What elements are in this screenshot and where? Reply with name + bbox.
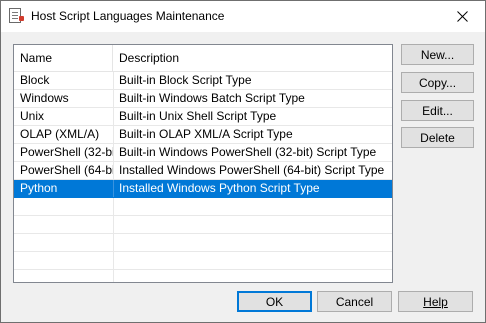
empty-row [14,234,392,252]
title-bar: Host Script Languages Maintenance [1,1,485,32]
row-description: Built-in Windows Batch Script Type [119,91,305,105]
copy-button[interactable]: Copy... [401,72,474,93]
empty-row [14,270,392,282]
row-name: PowerShell (64-bit) [14,162,114,179]
table-row[interactable]: PowerShell (32-bit) Built-in Windows Pow… [14,144,392,162]
row-name: Windows [14,90,114,107]
column-header-name[interactable]: Name [14,45,113,71]
table-row-selected[interactable]: Python Installed Windows Python Script T… [14,180,392,198]
column-header-description[interactable]: Description [114,45,392,71]
list-header: Name Description [14,45,392,72]
table-row[interactable]: Block Built-in Block Script Type [14,72,392,90]
row-description: Built-in Block Script Type [119,73,252,87]
row-name: PowerShell (32-bit) [14,144,114,161]
window-title: Host Script Languages Maintenance [31,9,225,23]
table-row[interactable]: Unix Built-in Unix Shell Script Type [14,108,392,126]
row-description: Installed Windows PowerShell (64-bit) Sc… [119,163,385,177]
edit-button[interactable]: Edit... [401,100,474,121]
row-name: Python [14,180,114,197]
script-languages-list[interactable]: Name Description Block Built-in Block Sc… [13,44,393,283]
new-button[interactable]: New... [401,44,474,65]
help-button-label: Help [423,294,448,309]
dialog-window: Host Script Languages Maintenance Name D… [0,0,486,323]
empty-row [14,198,392,216]
ok-button[interactable]: OK [237,291,312,312]
row-name: OLAP (XML/A) [14,126,114,143]
table-row[interactable]: PowerShell (64-bit) Installed Windows Po… [14,162,392,180]
empty-row [14,252,392,270]
table-row[interactable]: Windows Built-in Windows Batch Script Ty… [14,90,392,108]
row-description: Built-in Unix Shell Script Type [119,109,277,123]
close-icon [456,11,468,22]
row-name: Unix [14,108,114,125]
table-row[interactable]: OLAP (XML/A) Built-in OLAP XML/A Script … [14,126,392,144]
row-description: Installed Windows Python Script Type [119,181,320,195]
cancel-button[interactable]: Cancel [317,291,392,312]
row-description: Built-in OLAP XML/A Script Type [119,127,293,141]
help-button[interactable]: Help [398,291,473,312]
empty-row [14,216,392,234]
row-description: Built-in Windows PowerShell (32-bit) Scr… [119,145,377,159]
script-document-icon [9,8,24,23]
close-button[interactable] [439,1,485,32]
row-name: Block [14,72,114,89]
delete-button[interactable]: Delete [401,127,474,148]
